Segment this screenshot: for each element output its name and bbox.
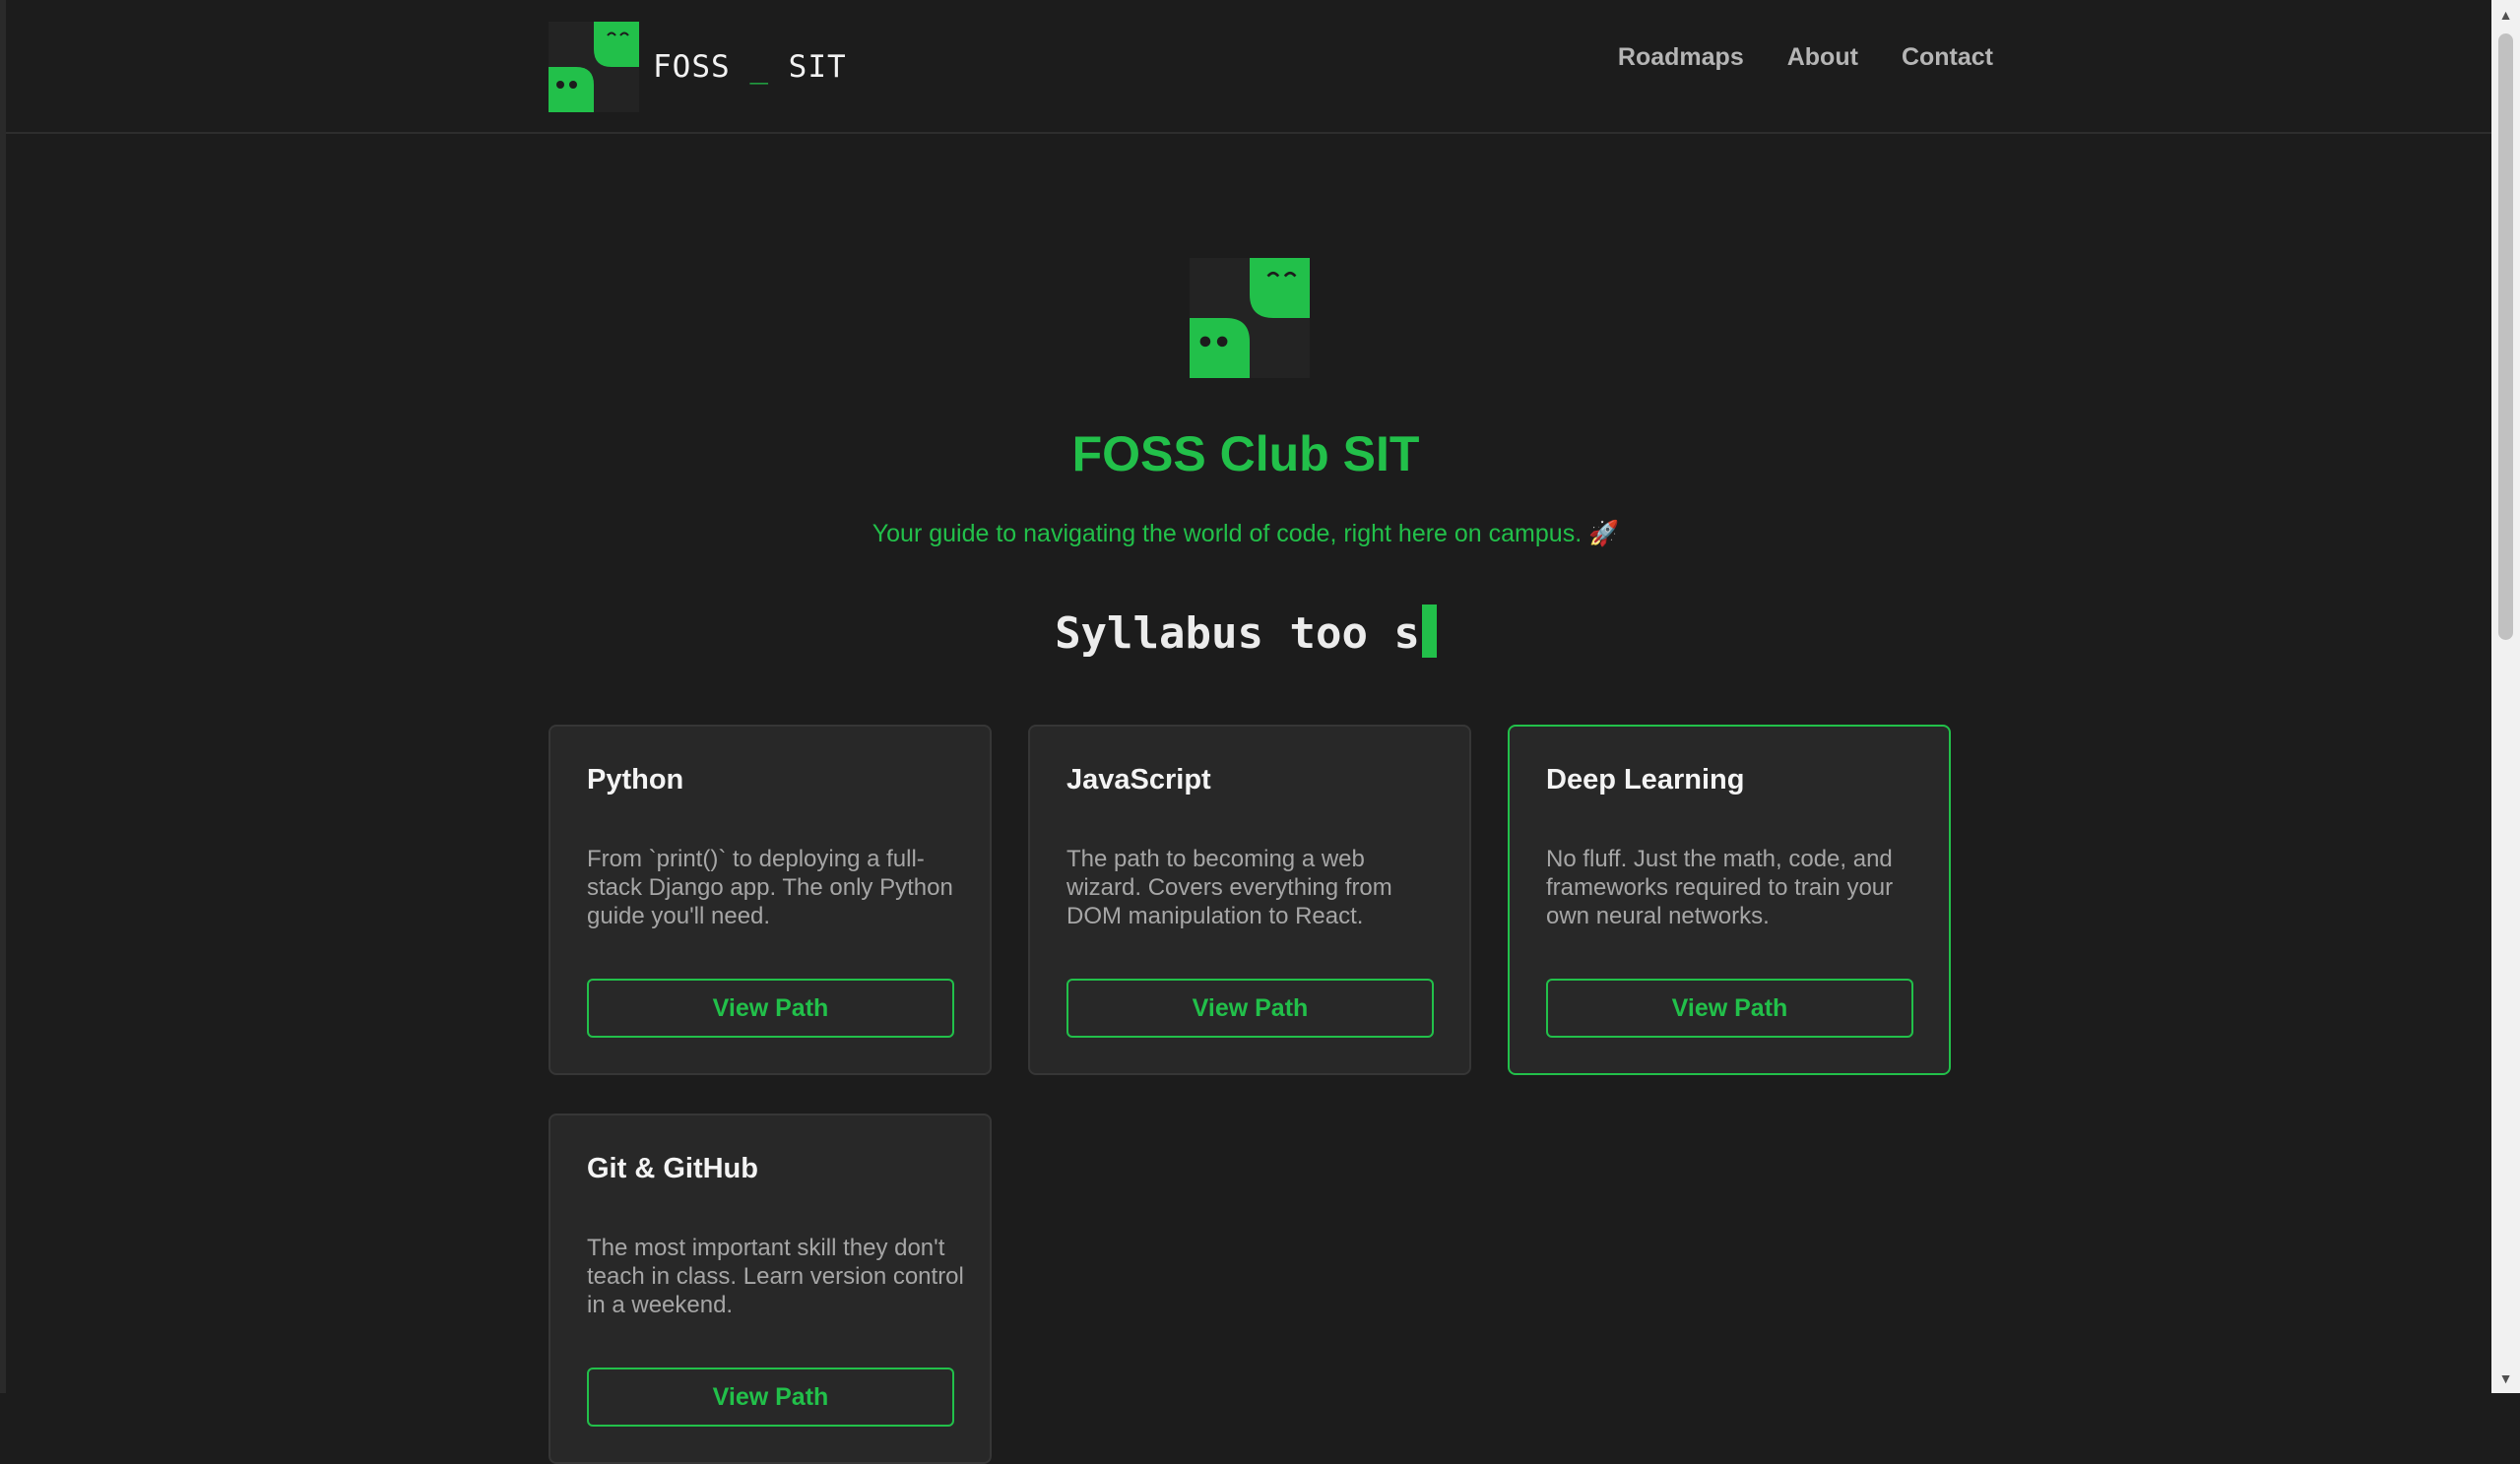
typewriter-text: Syllabus too s [1055, 608, 1420, 659]
card-title: Deep Learning [1546, 764, 1745, 796]
scrollbar-thumb[interactable] [2498, 33, 2513, 640]
nav-link-about[interactable]: About [1787, 43, 1858, 72]
vertical-scrollbar[interactable]: ▲ ▼ [2491, 0, 2520, 1393]
hero-subtitle: Your guide to navigating the world of co… [872, 520, 1620, 547]
page: FOSS _ SIT Roadmaps About Contact FOSS C… [0, 0, 2520, 1464]
typewriter-heading: Syllabus too s [0, 605, 2491, 659]
window-border [0, 0, 6, 1393]
brand-name: FOSS _ SIT [653, 49, 847, 85]
card-description: No fluff. Just the math, code, and frame… [1546, 846, 1894, 929]
nav-links: Roadmaps About Contact [1618, 43, 1993, 72]
card-title: JavaScript [1066, 764, 1211, 796]
page-title: FOSS Club SIT [1071, 426, 1420, 481]
chevron-up-icon[interactable]: ▲ [2491, 0, 2520, 30]
brand-link[interactable]: FOSS _ SIT [549, 22, 847, 112]
card-title: Python [587, 764, 684, 796]
view-path-button[interactable]: View Path [1546, 979, 1913, 1038]
hero-logo-icon [1190, 258, 1310, 378]
roadmap-card-git-github: Git & GitHub The most important skill th… [549, 1114, 992, 1464]
view-path-button[interactable]: View Path [1066, 979, 1434, 1038]
card-description: The most important skill they don't teac… [587, 1235, 964, 1318]
nav-link-roadmaps[interactable]: Roadmaps [1618, 43, 1744, 72]
typing-cursor [1421, 605, 1437, 658]
roadmap-card-python: Python From `print()` to deploying a ful… [549, 725, 992, 1075]
chevron-down-icon[interactable]: ▼ [2491, 1364, 2520, 1393]
navbar: FOSS _ SIT Roadmaps About Contact [6, 0, 2491, 134]
view-path-button[interactable]: View Path [587, 979, 954, 1038]
roadmap-card-javascript: JavaScript The path to becoming a web wi… [1028, 725, 1471, 1075]
card-description: The path to becoming a web wizard. Cover… [1066, 846, 1392, 929]
card-description: From `print()` to deploying a full-stack… [587, 846, 953, 929]
nav-link-contact[interactable]: Contact [1902, 43, 1993, 72]
roadmap-card-deep-learning: Deep Learning No fluff. Just the math, c… [1508, 725, 1951, 1075]
view-path-button[interactable]: View Path [587, 1368, 954, 1427]
card-title: Git & GitHub [587, 1153, 758, 1184]
foss-logo-icon [549, 22, 639, 112]
